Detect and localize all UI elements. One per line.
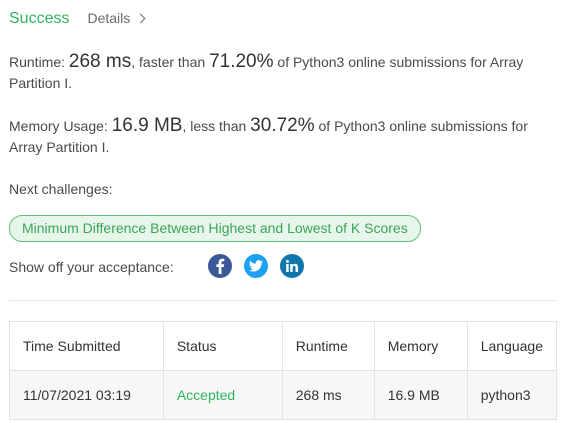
column-header-time: Time Submitted: [9, 321, 164, 371]
cell-memory: 16.9 MB: [373, 370, 468, 420]
divider: [9, 300, 557, 301]
column-header-memory: Memory: [373, 321, 468, 371]
twitter-icon[interactable]: [244, 254, 268, 278]
share-label: Show off your acceptance:: [9, 259, 174, 275]
memory-percent: 30.72%: [250, 115, 315, 136]
details-link[interactable]: Details: [87, 10, 146, 26]
chevron-right-icon: [135, 13, 146, 24]
status-title: Success: [9, 10, 70, 27]
column-header-runtime: Runtime: [281, 321, 375, 371]
next-challenge-tag[interactable]: Minimum Difference Between Highest and L…: [9, 215, 421, 242]
share-icons: [208, 254, 304, 278]
runtime-summary: Runtime: 268 ms, faster than 71.20% of P…: [9, 51, 557, 94]
details-label: Details: [87, 10, 131, 26]
runtime-label: Runtime:: [9, 54, 66, 70]
facebook-icon[interactable]: [208, 254, 232, 278]
cell-language: python3: [466, 370, 558, 420]
table-header-row: Time Submitted Status Runtime Memory Lan…: [9, 321, 558, 371]
memory-comparison: , less than: [182, 118, 251, 134]
submissions-table: Time Submitted Status Runtime Memory Lan…: [9, 321, 558, 420]
memory-summary: Memory Usage: 16.9 MB, less than 30.72% …: [9, 115, 557, 158]
cell-runtime: 268 ms: [281, 370, 375, 420]
cell-status-link[interactable]: Accepted: [162, 370, 283, 420]
linkedin-icon[interactable]: [280, 254, 304, 278]
cell-time: 11/07/2021 03:19: [9, 370, 164, 420]
table-row: 11/07/2021 03:19 Accepted 268 ms 16.9 MB…: [9, 370, 558, 420]
memory-value: 16.9 MB: [111, 115, 183, 136]
memory-label: Memory Usage:: [9, 118, 108, 134]
column-header-status: Status: [162, 321, 283, 371]
runtime-percent: 71.20%: [209, 51, 274, 72]
column-header-language: Language: [466, 321, 558, 371]
next-challenges-label: Next challenges:: [9, 181, 113, 197]
result-header: Success Details: [9, 10, 146, 28]
runtime-value: 268 ms: [68, 51, 132, 72]
runtime-comparison: , faster than: [131, 54, 210, 70]
